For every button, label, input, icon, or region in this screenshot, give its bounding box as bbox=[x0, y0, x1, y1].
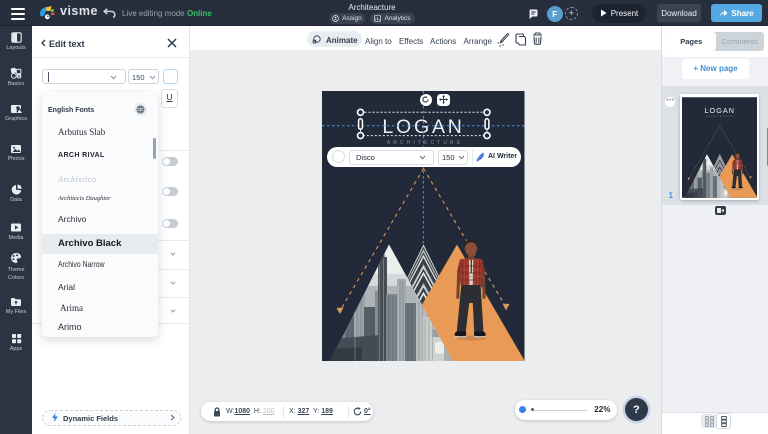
svg-text:G: G bbox=[18, 74, 21, 78]
